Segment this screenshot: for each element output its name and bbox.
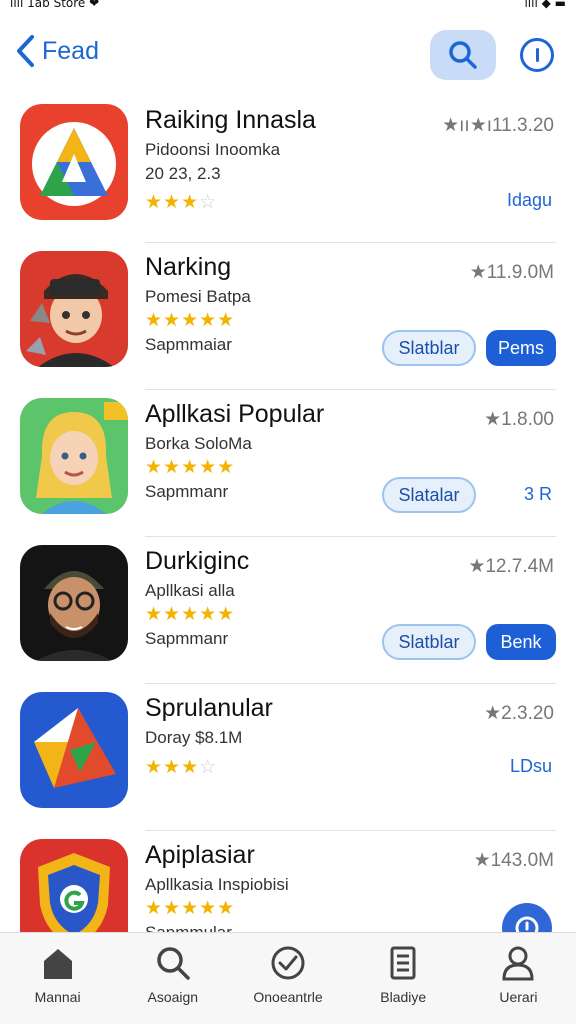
list-item[interactable]: Raiking Innasla Pidoonsi Inoomka 20 23, … (0, 96, 576, 243)
user-icon (502, 946, 534, 981)
info-icon (535, 48, 539, 62)
tab-label: Onoeantrle (253, 989, 323, 1005)
app-list: Raiking Innasla Pidoonsi Inoomka 20 23, … (0, 96, 576, 978)
rating-count: ★1.8.00 (484, 409, 554, 430)
rating-count: ★2.3.20 (484, 703, 554, 724)
rating-count: ★ıı★ı11.3.20 (442, 115, 554, 136)
home-icon (43, 949, 72, 979)
rating-count: ★143.0M (473, 850, 554, 871)
get-link[interactable]: 3 R (524, 484, 552, 505)
tab-label: Uerari (499, 989, 538, 1005)
back-label: Fead (42, 36, 99, 65)
tab-library[interactable]: Bladiye (346, 933, 461, 1024)
app-icon-bearded-man (20, 545, 128, 661)
status-indicators: ııll ◆ ▬ (524, 0, 566, 10)
tab-home[interactable]: Mannai (0, 933, 115, 1024)
secondary-action-button[interactable]: Slatblar (382, 330, 476, 366)
app-name: Apiplasiar (145, 841, 255, 869)
star-rating: ★★★☆ (145, 192, 218, 213)
primary-action-button[interactable]: Pems (486, 330, 556, 366)
back-button[interactable]: Fead (14, 34, 99, 68)
search-button[interactable] (430, 30, 496, 80)
star-rating: ★★★★★ (145, 457, 236, 478)
app-icon-star-logo (20, 692, 128, 808)
app-developer: Apllkasi alla (145, 581, 235, 600)
secondary-action-button[interactable]: Slatblar (382, 624, 476, 660)
app-name: Apllkasi Popular (145, 400, 325, 428)
app-name: Raiking Innasla (145, 106, 316, 134)
app-category: Sapmmaiar (145, 335, 232, 354)
status-bar: ıılı 1ab Store ❤ ııll ◆ ▬ (0, 0, 576, 14)
star-rating: ★★★★★ (145, 310, 236, 331)
tab-label: Asoaign (147, 989, 199, 1005)
rating-count: ★11.9.0M (469, 262, 554, 283)
tab-bar: Mannai Asoaign Onoeantrle Bladiye Uerari (0, 932, 576, 1024)
app-icon-triangle-logo (20, 104, 128, 220)
rating-count: ★12.7.4M (468, 556, 554, 577)
get-link[interactable]: LDsu (510, 756, 552, 777)
app-developer: Doray $8.1M (145, 728, 243, 747)
list-item[interactable]: Apllkasi Popular Borka SoloMa ★★★★★ Sapm… (0, 390, 576, 537)
search-icon (157, 947, 190, 980)
star-rating: ★★★☆ (145, 757, 218, 778)
app-category: Sapmmanr (145, 482, 229, 501)
star-rating: ★★★★★ (145, 898, 236, 919)
tab-search[interactable]: Asoaign (115, 933, 230, 1024)
tab-label: Bladiye (380, 989, 427, 1005)
list-item[interactable]: Sprulanular Doray $8.1M ★★★☆ ★2.3.20 LDs… (0, 684, 576, 831)
app-date: 20 23, 2.3 (145, 164, 221, 183)
app-icon-cap-character (20, 251, 128, 367)
app-developer: Apllkasia Inspiobisi (145, 875, 289, 894)
info-button[interactable] (520, 38, 554, 72)
app-developer: Borka SoloMa (145, 434, 252, 453)
secondary-action-button[interactable]: Slatalar (382, 477, 476, 513)
app-icon-girl-character (20, 398, 128, 514)
app-developer: Pomesi Batpa (145, 287, 251, 306)
list-item[interactable]: Durkiginc Apllkasi alla ★★★★★ Sapmmanr ★… (0, 537, 576, 684)
get-link[interactable]: Idagu (507, 190, 552, 211)
star-rating: ★★★★★ (145, 604, 236, 625)
tab-account[interactable]: Uerari (461, 933, 576, 1024)
chevron-left-icon (17, 35, 34, 67)
app-developer: Pidoonsi Inoomka (145, 140, 281, 159)
app-name: Sprulanular (145, 694, 273, 722)
primary-action-button[interactable]: Benk (486, 624, 556, 660)
navigation-bar: Fead (0, 20, 576, 92)
search-icon (449, 41, 477, 69)
tab-updates[interactable]: Onoeantrle (230, 933, 345, 1024)
library-icon (390, 946, 416, 980)
check-icon (271, 946, 305, 980)
app-category: Sapmmanr (145, 629, 229, 648)
app-name: Narking (145, 253, 232, 281)
status-carrier: ıılı 1ab Store ❤ (10, 0, 100, 10)
list-item[interactable]: Narking Pomesi Batpa ★★★★★ Sapmmaiar ★11… (0, 243, 576, 390)
tab-label: Mannai (34, 989, 81, 1005)
app-name: Durkiginc (145, 547, 250, 575)
